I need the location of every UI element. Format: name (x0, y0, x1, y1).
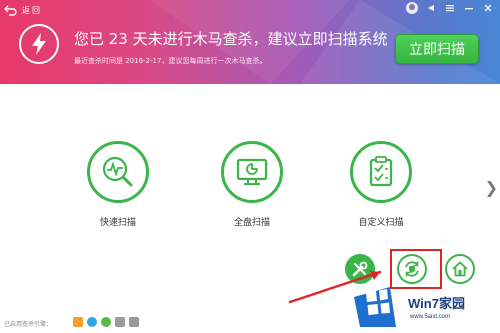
window-controls (404, 1, 496, 15)
engines-label: 已启用查杀引擎： (4, 321, 53, 328)
notification-icon[interactable] (423, 1, 439, 15)
engine-local-icon[interactable] (115, 317, 125, 327)
back-arrow-icon (4, 5, 17, 16)
scan-now-button[interactable]: 立即扫描 (395, 34, 479, 64)
engine-disabled-icon[interactable] (129, 317, 139, 327)
engine-system-repair-icon[interactable] (101, 317, 111, 327)
back-button[interactable]: 返回 (4, 2, 42, 18)
watermark-title: Win7家园 (408, 296, 465, 311)
menu-icon[interactable] (442, 1, 458, 15)
home-protection-button[interactable] (445, 254, 475, 284)
full-scan-option[interactable]: 全盘扫描 (207, 141, 297, 228)
sync-protection-button[interactable] (397, 254, 427, 284)
quick-scan-label: 快速扫描 (99, 218, 136, 228)
custom-scan-icon (350, 141, 412, 203)
scan-engines (73, 317, 139, 327)
sync-shield-icon (405, 261, 419, 277)
house-shield-icon (452, 261, 468, 277)
chevron-right-icon[interactable]: ❯ (485, 178, 498, 197)
full-scan-label: 全盘扫描 (233, 218, 270, 228)
custom-scan-label: 自定义扫描 (358, 218, 404, 228)
engine-cloud-icon[interactable] (73, 317, 83, 327)
quick-scan-option[interactable]: 快速扫描 (73, 141, 163, 228)
scan-reminder-headline: 您已 23 天未进行木马查杀，建议立即扫描系统 (74, 30, 388, 48)
custom-scan-option[interactable]: 自定义扫描 (336, 141, 426, 228)
close-icon[interactable] (480, 1, 496, 15)
back-label: 返回 (22, 5, 42, 15)
avatar[interactable] (404, 1, 420, 15)
engine-ai-icon[interactable] (87, 317, 97, 327)
last-scan-info: 最近查杀时间是 2016-2-17，建议您每周进行一次木马查杀。 (74, 57, 267, 65)
full-scan-icon (221, 141, 283, 203)
lightning-icon (19, 24, 59, 64)
watermark-url: www.5aixt.com (410, 314, 451, 320)
quick-scan-icon (87, 141, 149, 203)
minimize-icon[interactable] (461, 1, 477, 15)
scan-banner: 返回 您已 23 天未进行木马查杀，建议立即扫描系统 最近查杀时间是 2016-… (0, 0, 500, 84)
